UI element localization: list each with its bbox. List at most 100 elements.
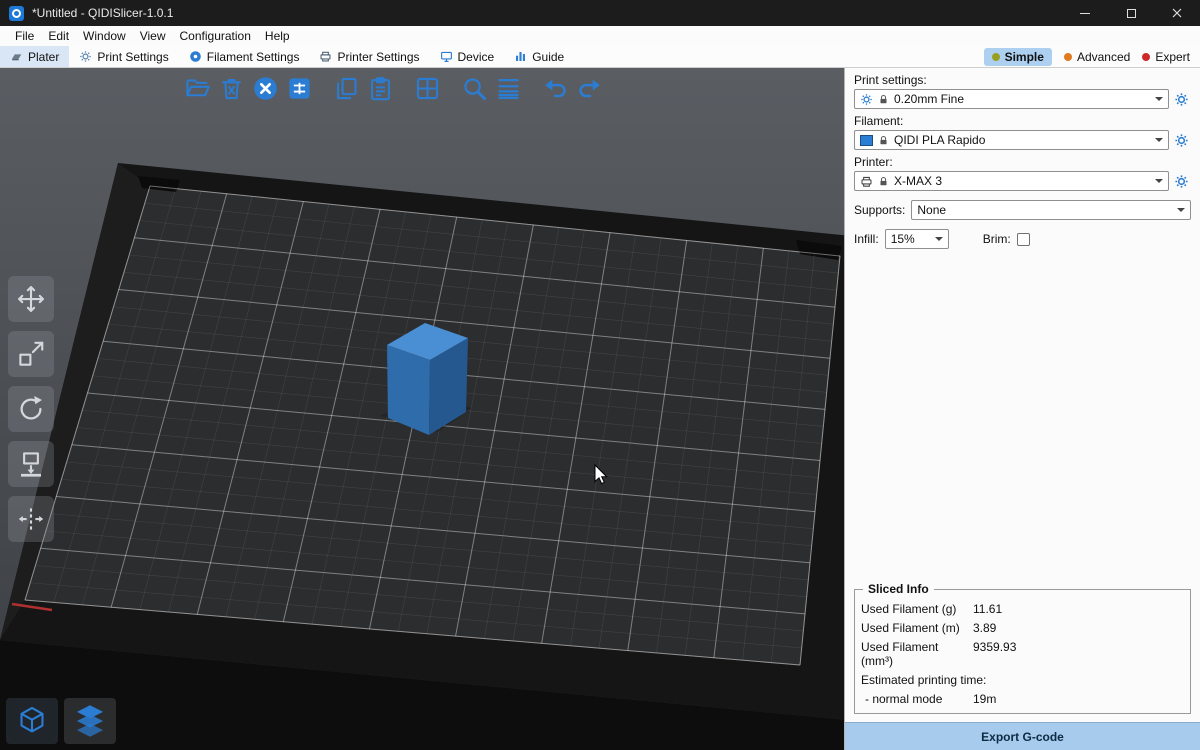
plate-icon <box>10 50 23 63</box>
redo-button[interactable] <box>572 70 606 106</box>
filament-color-swatch <box>860 135 873 146</box>
tab-label: Plater <box>28 50 59 64</box>
redo-icon <box>576 75 603 102</box>
supports-label: Supports: <box>854 203 905 217</box>
sidebar: Print settings: 0.20mm Fine Filament: <box>844 68 1200 750</box>
undo-button[interactable] <box>538 70 572 106</box>
minimize-icon <box>1080 13 1090 14</box>
export-gcode-button[interactable]: Export G-code <box>845 722 1200 750</box>
close-icon <box>1172 8 1182 18</box>
place-on-face-icon <box>16 449 46 479</box>
gear-icon <box>79 50 92 63</box>
infill-value: 15% <box>891 232 915 246</box>
tab-label: Guide <box>532 50 564 64</box>
delete-button[interactable] <box>214 70 248 106</box>
print-settings-value: 0.20mm Fine <box>894 92 964 106</box>
infill-select[interactable]: 15% <box>885 229 949 249</box>
delete-all-button[interactable] <box>248 70 282 106</box>
menu-edit[interactable]: Edit <box>41 27 76 45</box>
chevron-down-icon <box>1177 208 1185 216</box>
menu-help[interactable]: Help <box>258 27 297 45</box>
menu-window[interactable]: Window <box>76 27 133 45</box>
3d-editor-view-button[interactable] <box>6 698 58 744</box>
tab-label: Filament Settings <box>207 50 300 64</box>
printer-select[interactable]: X-MAX 3 <box>854 171 1169 191</box>
view-toggle <box>6 698 116 744</box>
tab-label: Printer Settings <box>337 50 419 64</box>
tab-filament-settings[interactable]: Filament Settings <box>179 46 310 67</box>
sliced-info-row: Used Filament (m) 3.89 <box>861 618 1184 637</box>
mode-label: Advanced <box>1077 50 1130 64</box>
undo-icon <box>542 75 569 102</box>
maximize-button[interactable] <box>1108 0 1154 26</box>
tab-print-settings[interactable]: Print Settings <box>69 46 178 67</box>
print-settings-select[interactable]: 0.20mm Fine <box>854 89 1169 109</box>
print-settings-label: Print settings: <box>854 73 1191 87</box>
lock-icon <box>878 175 889 188</box>
printer-gear-button[interactable] <box>1174 174 1191 189</box>
arrange-button[interactable] <box>282 70 316 106</box>
3d-editor-view-icon <box>15 704 49 738</box>
mirror-gizmo-button[interactable] <box>8 496 54 542</box>
arrange-icon <box>286 75 313 102</box>
rotate-gizmo-button[interactable] <box>8 386 54 432</box>
move-gizmo-button[interactable] <box>8 276 54 322</box>
printer-label: Printer: <box>854 155 1191 169</box>
mode-advanced[interactable]: Advanced <box>1064 50 1130 64</box>
tab-guide[interactable]: Guide <box>504 46 574 67</box>
variable-layer-height-icon <box>495 75 522 102</box>
scale-gizmo-button[interactable] <box>8 331 54 377</box>
sliced-info-panel: Sliced Info Used Filament (g) 11.61 Used… <box>854 589 1191 714</box>
filament-value: QIDI PLA Rapido <box>894 133 985 147</box>
chevron-down-icon <box>1155 179 1163 187</box>
copy-icon <box>333 75 360 102</box>
print-settings-gear-button[interactable] <box>1174 92 1191 107</box>
menubar: File Edit Window View Configuration Help <box>0 26 1200 46</box>
supports-select[interactable]: None <box>911 200 1191 220</box>
search-button[interactable] <box>457 70 491 106</box>
tabbar: Plater Print Settings Filament Settings … <box>0 46 1200 68</box>
mode-label: Expert <box>1155 50 1190 64</box>
mode-simple[interactable]: Simple <box>984 48 1052 66</box>
filament-icon <box>189 50 202 63</box>
3d-scene <box>0 68 844 750</box>
brim-label: Brim: <box>983 232 1011 246</box>
tab-printer-settings[interactable]: Printer Settings <box>309 46 429 67</box>
3d-viewport[interactable] <box>0 68 844 750</box>
split-to-objects-button[interactable] <box>410 70 444 106</box>
gizmo-toolbar <box>8 276 54 551</box>
preview-view-icon <box>73 704 107 738</box>
tab-device[interactable]: Device <box>430 46 505 67</box>
place-on-face-gizmo-button[interactable] <box>8 441 54 487</box>
chevron-down-icon <box>1155 138 1163 146</box>
filament-gear-button[interactable] <box>1174 133 1191 148</box>
printer-icon <box>319 50 332 63</box>
tab-plater[interactable]: Plater <box>0 46 69 67</box>
close-button[interactable] <box>1154 0 1200 26</box>
mode-switcher: Simple Advanced Expert <box>984 46 1200 67</box>
tab-label: Device <box>458 50 495 64</box>
filament-select[interactable]: QIDI PLA Rapido <box>854 130 1169 150</box>
open-folder-button[interactable] <box>180 70 214 106</box>
titlebar: *Untitled - QIDISlicer-1.0.1 <box>0 0 1200 26</box>
rotate-icon <box>16 394 46 424</box>
printer-value: X-MAX 3 <box>894 174 942 188</box>
paste-button[interactable] <box>363 70 397 106</box>
paste-icon <box>367 75 394 102</box>
menu-configuration[interactable]: Configuration <box>173 27 258 45</box>
variable-layer-height-button[interactable] <box>491 70 525 106</box>
delete-icon <box>218 75 245 102</box>
expert-mode-dot-icon <box>1142 53 1150 61</box>
menu-view[interactable]: View <box>133 27 173 45</box>
sliced-info-row: Estimated printing time: <box>861 670 1184 689</box>
mode-expert[interactable]: Expert <box>1142 50 1190 64</box>
split-to-objects-icon <box>414 75 441 102</box>
brim-checkbox[interactable] <box>1017 233 1030 246</box>
lock-icon <box>878 93 889 106</box>
menu-file[interactable]: File <box>8 27 41 45</box>
chevron-down-icon <box>1155 97 1163 105</box>
infill-label: Infill: <box>854 232 879 246</box>
preview-view-button[interactable] <box>64 698 116 744</box>
minimize-button[interactable] <box>1062 0 1108 26</box>
copy-button[interactable] <box>329 70 363 106</box>
